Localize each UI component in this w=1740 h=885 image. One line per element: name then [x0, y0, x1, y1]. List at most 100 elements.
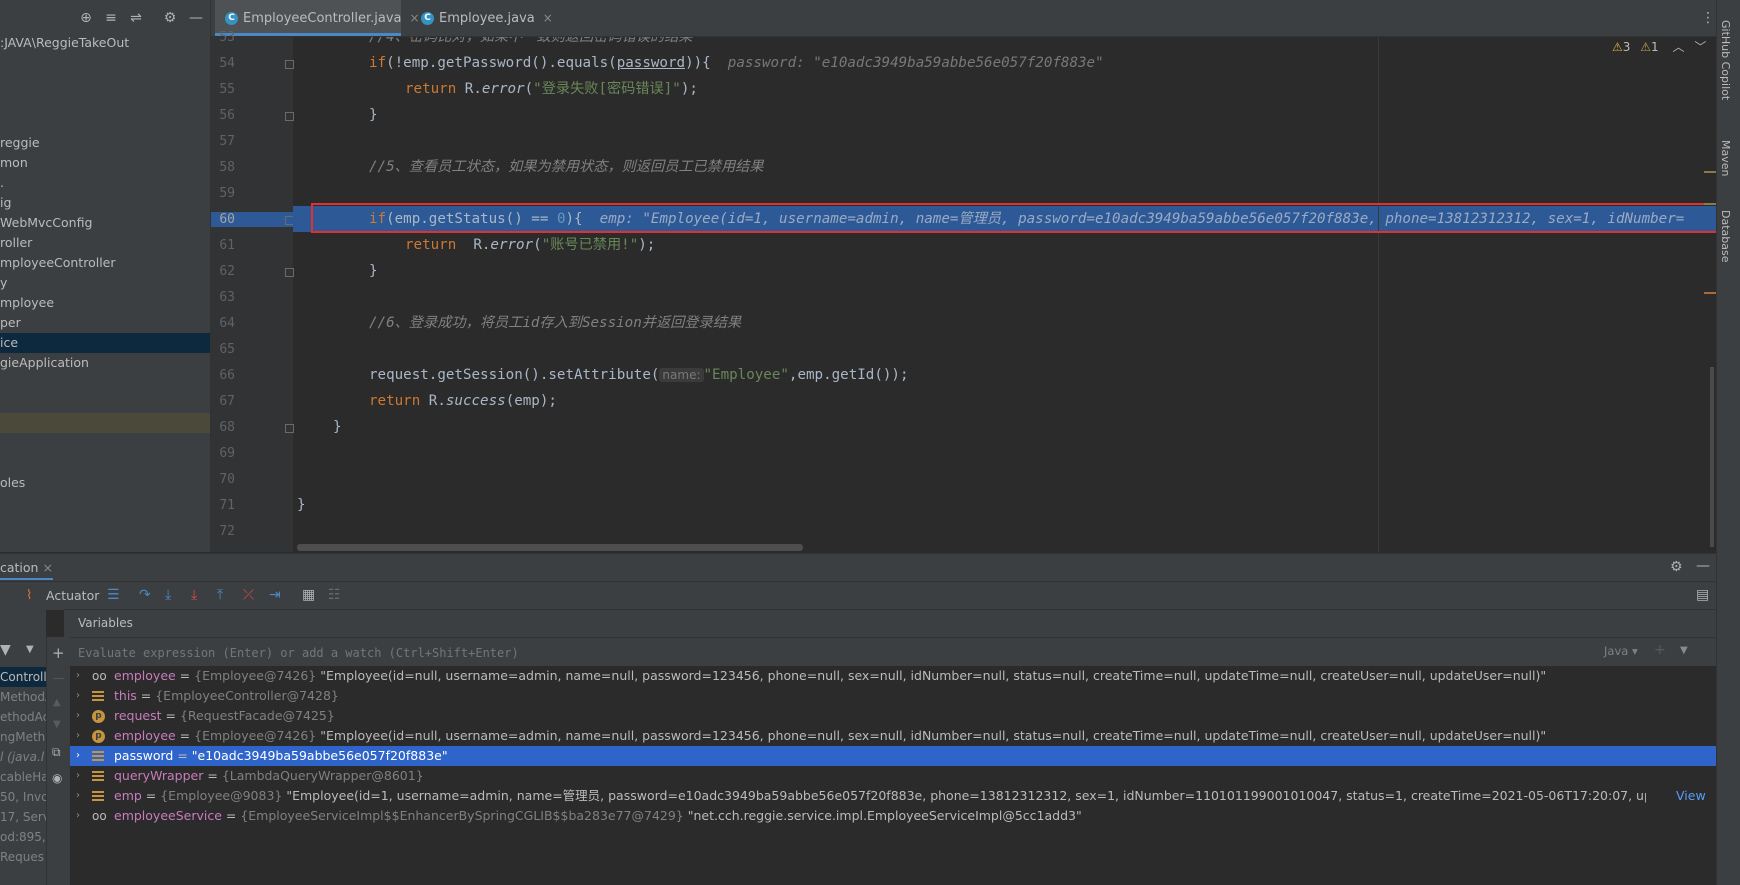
code-line-62: }: [369, 263, 378, 279]
chevron-right-icon[interactable]: ›: [76, 786, 80, 806]
chevron-up-icon[interactable]: ︿: [1672, 40, 1684, 54]
chevron-right-icon[interactable]: ›: [76, 766, 80, 786]
add-watch-icon[interactable]: +: [52, 644, 65, 662]
tree-item[interactable]: oles: [0, 473, 210, 493]
add-watch-icon[interactable]: +: [1654, 642, 1666, 658]
chevron-right-icon[interactable]: ›: [76, 666, 80, 686]
frame-row[interactable]: Reques: [0, 847, 46, 867]
tree-item[interactable]: .: [0, 173, 210, 193]
tree-item[interactable]: ig: [0, 193, 210, 213]
run-to-cursor-icon[interactable]: ⇥: [269, 587, 281, 603]
locate-icon[interactable]: ⊕: [78, 10, 94, 26]
variable-row[interactable]: › oo employee = {Employee@7426} "Employe…: [70, 666, 1716, 686]
variable-row[interactable]: › queryWrapper = {LambdaQueryWrapper@860…: [70, 766, 1716, 786]
scroll-marker[interactable]: [1704, 203, 1716, 205]
step-over-icon[interactable]: ↷: [139, 587, 151, 603]
step-into-icon[interactable]: ⤓: [165, 587, 171, 603]
filter-icon[interactable]: ▼: [0, 642, 11, 658]
inspection-widget[interactable]: ⚠3 ⚠1 ︿ ﹀: [1612, 38, 1706, 56]
tree-item-highlighted[interactable]: [0, 413, 210, 433]
chevron-right-icon[interactable]: ›: [76, 746, 80, 766]
code-line-54: if(!emp.getPassword().equals(password)){…: [369, 55, 1104, 71]
line-number: 62: [219, 264, 235, 279]
minimize-icon[interactable]: —: [1696, 558, 1710, 574]
frame-row[interactable]: ethodAc: [0, 707, 46, 727]
language-select[interactable]: Java ▾: [1604, 644, 1638, 658]
tree-item[interactable]: mployee: [0, 293, 210, 313]
collapse-all-icon[interactable]: ⇌: [128, 10, 144, 26]
gear-icon[interactable]: ⚙: [1670, 559, 1683, 575]
chevron-down-icon[interactable]: ▼: [26, 644, 34, 655]
eye-icon[interactable]: ◉: [52, 771, 62, 785]
trace-icon[interactable]: ☷: [328, 587, 341, 603]
evaluate-expression-input[interactable]: [76, 642, 1580, 664]
class-icon: C: [421, 12, 434, 25]
tool-maven[interactable]: Maven: [1719, 140, 1732, 176]
frame-row[interactable]: od:895,: [0, 827, 46, 847]
tool-github-copilot[interactable]: GitHub Copilot: [1719, 20, 1732, 100]
expand-all-icon[interactable]: ≡: [103, 10, 119, 26]
evaluate-icon[interactable]: ▦: [302, 587, 315, 603]
chevron-right-icon[interactable]: ›: [76, 686, 80, 706]
tree-item-selected[interactable]: ice: [0, 333, 210, 353]
move-up-icon[interactable]: ▲: [53, 697, 61, 708]
remove-watch-icon[interactable]: —: [53, 671, 65, 685]
minimize-icon[interactable]: —: [188, 10, 204, 26]
line-number: 54: [219, 56, 235, 71]
actuator-tab[interactable]: Actuator: [46, 588, 99, 603]
frame-row[interactable]: cableHa: [0, 767, 46, 787]
tree-item[interactable]: gieApplication: [0, 353, 210, 373]
frame-row[interactable]: l (java.l: [0, 747, 46, 767]
force-step-into-icon[interactable]: ⤓: [191, 587, 197, 603]
tree-item[interactable]: y: [0, 273, 210, 293]
evaluate-expression-bar: Java ▾ + ▼: [70, 637, 1716, 667]
variable-row[interactable]: › emp = {Employee@9083} "Employee(id=1, …: [70, 786, 1716, 806]
debug-session-tab[interactable]: cation ×: [0, 560, 53, 580]
more-icon[interactable]: ⋮: [1701, 10, 1715, 26]
frame-row[interactable]: MethodA: [0, 687, 46, 707]
code-line-71: }: [297, 497, 306, 513]
line-number: 57: [219, 134, 235, 149]
frame-row[interactable]: ngMeth: [0, 727, 46, 747]
step-out-icon[interactable]: ⤒: [217, 587, 223, 603]
tree-item[interactable]: WebMvcConfig: [0, 213, 210, 233]
copy-icon[interactable]: ⧉: [52, 745, 61, 760]
tree-item[interactable]: mployeeController: [0, 253, 210, 273]
drop-frame-icon[interactable]: ⤫: [243, 587, 254, 603]
variable-row[interactable]: › this = {EmployeeController@7428}: [70, 686, 1716, 706]
history-chevron-icon[interactable]: ▼: [1680, 645, 1688, 656]
chevron-right-icon[interactable]: ›: [76, 726, 80, 746]
vertical-scrollbar-thumb[interactable]: [1710, 367, 1714, 547]
frame-row[interactable]: 50, Invc: [0, 787, 46, 807]
frame-row[interactable]: 17, Serv: [0, 807, 46, 827]
frame-row-selected[interactable]: Controll: [0, 667, 46, 687]
tab-employee[interactable]: C Employee.java ×: [407, 0, 557, 36]
variable-row[interactable]: › p request = {RequestFacade@7425}: [70, 706, 1716, 726]
tree-item[interactable]: roller: [0, 233, 210, 253]
chevron-right-icon[interactable]: ›: [76, 706, 80, 726]
frames-panel: ▼ ▼ Controll MethodA ethodAc ngMeth l (j…: [0, 609, 46, 885]
view-link[interactable]: View: [1676, 786, 1706, 806]
variable-row[interactable]: › p employee = {Employee@7426} "Employee…: [70, 726, 1716, 746]
gear-icon[interactable]: ⚙: [162, 10, 178, 26]
field-icon: [92, 751, 104, 762]
code-area[interactable]: //4、密码比对，如果不一致则返回密码错误的结果 if(!emp.getPass…: [293, 37, 1716, 552]
tree-item[interactable]: per: [0, 313, 210, 333]
field-icon: [92, 791, 104, 802]
move-down-icon[interactable]: ▼: [53, 719, 61, 730]
tab-employee-controller[interactable]: C EmployeeController.java ×: [215, 0, 420, 36]
tree-item[interactable]: mon: [0, 153, 210, 173]
tool-database[interactable]: Database: [1719, 210, 1732, 263]
tree-item[interactable]: reggie: [0, 133, 210, 153]
code-line-68: }: [333, 419, 342, 435]
scroll-marker[interactable]: [1704, 292, 1716, 294]
horizontal-scrollbar[interactable]: [297, 544, 803, 551]
variable-row-selected[interactable]: › password = "e10adc3949ba59abbe56e057f2…: [70, 746, 1716, 766]
menu-icon[interactable]: ☰: [107, 587, 120, 603]
variable-row[interactable]: › oo employeeService = {EmployeeServiceI…: [70, 806, 1716, 826]
chevron-right-icon[interactable]: ›: [76, 806, 80, 826]
scroll-marker[interactable]: [1704, 171, 1716, 173]
close-icon[interactable]: ×: [543, 11, 553, 25]
layout-icon[interactable]: ▤: [1696, 587, 1709, 603]
editor-scroll-markers[interactable]: [1700, 37, 1716, 552]
